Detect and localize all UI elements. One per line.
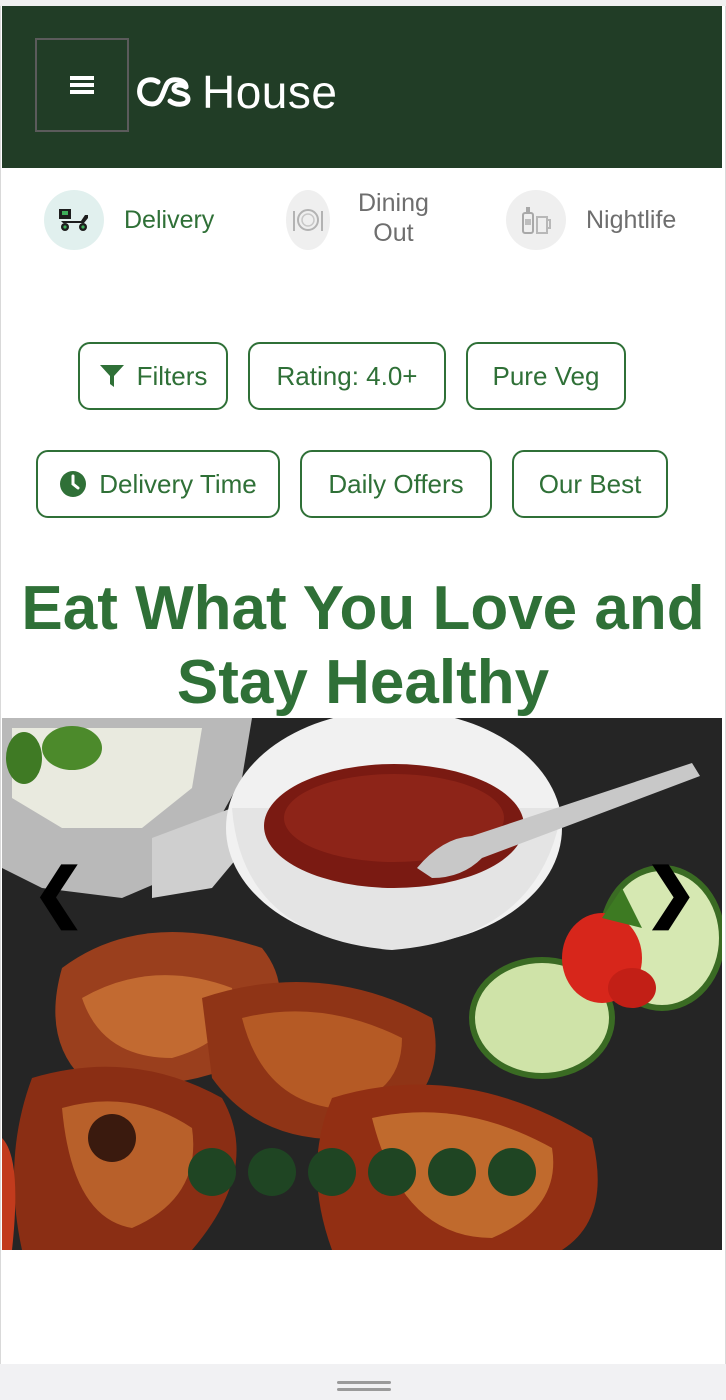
carousel-dot[interactable] bbox=[248, 1148, 296, 1196]
dining-out-line2: Out bbox=[373, 219, 414, 247]
os-logo-icon bbox=[137, 77, 191, 107]
daily-offers-chip-label: Daily Offers bbox=[328, 468, 464, 499]
hamburger-icon bbox=[70, 76, 94, 94]
delivery-time-chip[interactable]: Delivery Time bbox=[36, 450, 280, 518]
dining-plate-icon bbox=[286, 190, 330, 250]
pure-veg-chip-label: Pure Veg bbox=[492, 360, 600, 391]
carousel-dot[interactable] bbox=[188, 1148, 236, 1196]
daily-offers-chip[interactable]: Daily Offers bbox=[300, 450, 492, 518]
carousel-prev-button[interactable]: ❮ bbox=[32, 860, 86, 924]
tab-nightlife-label: Nightlife bbox=[586, 206, 677, 234]
filters-chip-label: Filters bbox=[136, 360, 208, 391]
brand-logo[interactable]: House bbox=[136, 62, 337, 122]
hero-headline: Eat What You Love and Stay Healthy bbox=[0, 572, 726, 720]
tab-nightlife[interactable]: Nightlife bbox=[506, 190, 676, 250]
carousel-dot[interactable] bbox=[488, 1148, 536, 1196]
headline-line2: Stay Healthy bbox=[176, 648, 550, 717]
image-carousel[interactable]: ❮ ❯ bbox=[2, 718, 722, 1250]
bottle-glass-icon bbox=[506, 190, 566, 250]
brand-name: House bbox=[202, 66, 338, 118]
delivery-time-chip-label: Delivery Time bbox=[99, 468, 257, 499]
menu-button[interactable] bbox=[35, 38, 129, 132]
dining-out-line1: Dining bbox=[358, 189, 429, 217]
category-tabs: Delivery Dining Out Nightlife bbox=[0, 168, 726, 278]
tab-dining-out[interactable]: Dining Out bbox=[286, 188, 429, 250]
pure-veg-chip[interactable]: Pure Veg bbox=[466, 342, 626, 410]
app-header: House bbox=[2, 6, 722, 168]
filters-chip[interactable]: Filters bbox=[78, 342, 228, 410]
rating-chip-label: Rating: 4.0+ bbox=[276, 360, 418, 391]
tab-delivery[interactable]: Delivery bbox=[44, 190, 214, 250]
our-best-chip-label: Our Best bbox=[538, 468, 642, 499]
carousel-dot[interactable] bbox=[308, 1148, 356, 1196]
filter-icon bbox=[99, 365, 124, 387]
tab-delivery-label: Delivery bbox=[124, 206, 215, 234]
our-best-chip[interactable]: Our Best bbox=[512, 450, 668, 518]
carousel-next-button[interactable]: ❯ bbox=[644, 860, 698, 924]
scooter-icon bbox=[44, 190, 104, 250]
bottom-bar bbox=[0, 1364, 726, 1400]
carousel-dot[interactable] bbox=[428, 1148, 476, 1196]
drag-handle-icon[interactable] bbox=[337, 1381, 391, 1393]
tab-dining-out-label: Dining Out bbox=[358, 188, 429, 248]
carousel-indicators bbox=[188, 1148, 548, 1196]
rating-chip[interactable]: Rating: 4.0+ bbox=[248, 342, 446, 410]
headline-line1: Eat What You Love and bbox=[21, 574, 705, 643]
clock-icon bbox=[60, 471, 87, 497]
carousel-dot[interactable] bbox=[368, 1148, 416, 1196]
